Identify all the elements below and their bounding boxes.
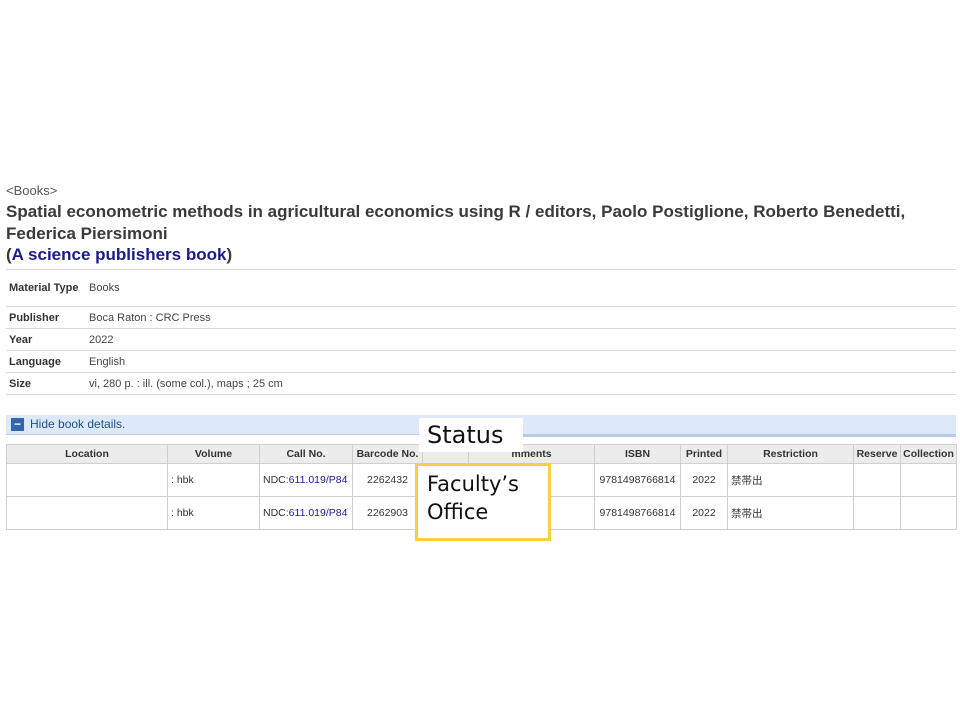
faculty-office-callout: Faculty’s Office — [415, 463, 551, 541]
location-cell — [6, 496, 168, 530]
call-no-link[interactable]: 611.019/P84 — [289, 507, 348, 519]
detail-row-material-type: Material Type Books — [6, 269, 956, 307]
detail-value: vi, 280 p. : ill. (some col.), maps ; 25… — [82, 372, 956, 395]
collection-cell — [900, 496, 957, 530]
volume-cell: : hbk — [167, 463, 260, 497]
details-table: Material Type Books Publisher Boca Raton… — [6, 269, 956, 395]
col-header-printed: Printed — [680, 444, 728, 464]
reserve-cell[interactable] — [853, 463, 901, 497]
detail-value: Books — [82, 269, 956, 307]
barcode-link[interactable]: 2262903 — [352, 496, 423, 530]
status-annotation-underline — [515, 435, 956, 437]
detail-label: Size — [6, 372, 82, 395]
isbn-cell: 9781498766814 — [594, 496, 681, 530]
detail-label: Language — [6, 350, 82, 373]
detail-label: Year — [6, 328, 82, 351]
restriction-cell: 禁帯出 — [727, 463, 854, 497]
col-header-collection: Collection — [900, 444, 957, 464]
printed-cell: 2022 — [680, 463, 728, 497]
callout-line-1: Faculty’s — [427, 472, 519, 496]
reserve-cell[interactable] — [853, 496, 901, 530]
book-record: <Books> Spatial econometric methods in a… — [6, 182, 956, 395]
material-type-label: <Books> — [6, 183, 58, 198]
call-no-prefix: NDC: — [263, 474, 289, 486]
col-header-reserve: Reserve — [853, 444, 901, 464]
series-link[interactable]: A science publishers book — [12, 245, 227, 264]
volume-cell: : hbk — [167, 496, 260, 530]
detail-row-size: Size vi, 280 p. : ill. (some col.), maps… — [6, 372, 956, 395]
hide-book-details-label: Hide book details. — [30, 417, 126, 431]
detail-value: Boca Raton : CRC Press — [82, 306, 956, 329]
col-header-call-no: Call No. — [259, 444, 353, 464]
status-annotation-label: Status — [419, 418, 523, 452]
detail-label: Material Type — [6, 269, 82, 307]
detail-row-year: Year 2022 — [6, 328, 956, 351]
detail-label: Publisher — [6, 306, 82, 329]
minus-icon: − — [11, 418, 24, 431]
call-no-prefix: NDC: — [263, 507, 289, 519]
call-no-cell: NDC:611.019/P84 — [259, 463, 353, 497]
series-line: (A science publishers book) — [6, 244, 956, 265]
series-close-paren: ) — [226, 245, 233, 264]
collection-cell — [900, 463, 957, 497]
call-no-link[interactable]: 611.019/P84 — [289, 474, 348, 486]
printed-cell: 2022 — [680, 496, 728, 530]
isbn-cell: 9781498766814 — [594, 463, 681, 497]
call-no-cell: NDC:611.019/P84 — [259, 496, 353, 530]
detail-row-publisher: Publisher Boca Raton : CRC Press — [6, 306, 956, 329]
restriction-cell: 禁帯出 — [727, 496, 854, 530]
col-header-volume: Volume — [167, 444, 260, 464]
col-header-barcode: Barcode No. — [352, 444, 423, 464]
col-header-isbn: ISBN — [594, 444, 681, 464]
callout-line-2: Office — [427, 500, 489, 524]
book-title: Spatial econometric methods in agricultu… — [6, 202, 906, 243]
barcode-link[interactable]: 2262432 — [352, 463, 423, 497]
detail-value: English — [82, 350, 956, 373]
col-header-location: Location — [6, 444, 168, 464]
detail-value: 2022 — [82, 328, 956, 351]
detail-row-language: Language English — [6, 350, 956, 373]
col-header-restriction: Restriction — [727, 444, 854, 464]
location-cell — [6, 463, 168, 497]
